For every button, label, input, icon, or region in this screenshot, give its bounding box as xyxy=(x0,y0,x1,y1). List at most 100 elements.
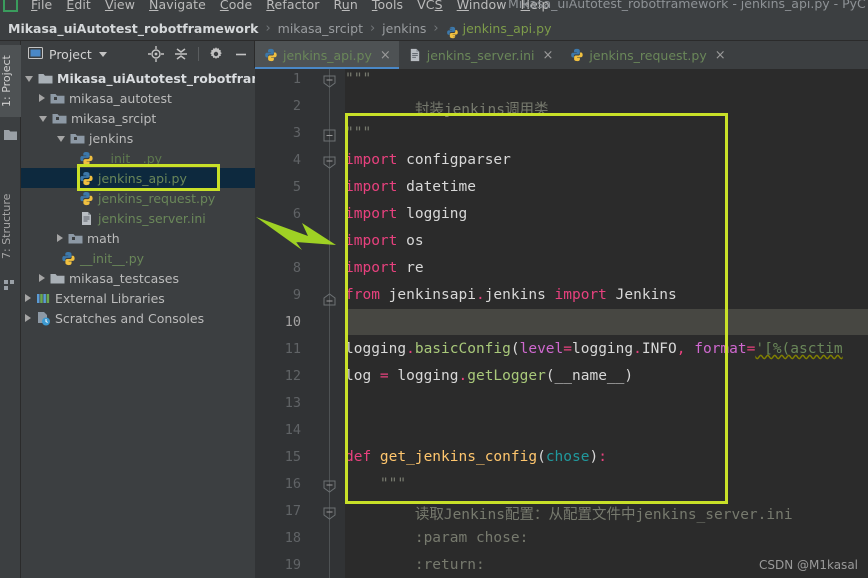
tree-item-mikasa-autotest[interactable]: mikasa_autotest xyxy=(21,88,255,108)
locate-target-icon[interactable] xyxy=(148,46,164,62)
close-icon[interactable]: × xyxy=(543,48,554,63)
chevron-down-icon[interactable] xyxy=(98,52,107,57)
watermark: CSDN @M1kasal xyxy=(758,558,858,572)
tree-item-label: Mikasa_uiAutotest_robotframew xyxy=(57,70,255,86)
code-line-11: logging.basicConfig(level=logging.INFO, … xyxy=(345,341,843,357)
chevron-right-icon[interactable] xyxy=(39,274,45,282)
structure-icon xyxy=(4,275,17,290)
tree-item-scratches-and-consoles[interactable]: Scratches and Consoles xyxy=(21,308,255,328)
editor-gutter[interactable]: 1 2 3 4 5 6 7 8 9 10 11 12 13 14 15 16 1… xyxy=(255,69,345,578)
line-number: 6 xyxy=(292,206,301,222)
tree-item-label: jenkins xyxy=(89,130,134,146)
menu-view[interactable]: View xyxy=(98,0,142,12)
pycharm-icon xyxy=(3,0,18,12)
gear-icon[interactable] xyxy=(208,46,224,62)
menu-file[interactable]: File xyxy=(24,0,59,12)
tab-jenkins-api-py[interactable]: jenkins_api.py × xyxy=(255,41,399,69)
tree-item-jenkins-request-py[interactable]: jenkins_request.py xyxy=(21,188,255,208)
menu-navigate[interactable]: Navigate xyxy=(142,0,213,12)
code-line-5: import datetime xyxy=(345,179,476,195)
chevron-down-icon[interactable] xyxy=(57,136,65,142)
menu-refactor[interactable]: Refactor xyxy=(259,0,326,12)
breadcrumb: Mikasa_uiAutotest_robotframework › mikas… xyxy=(0,17,868,41)
line-number: 17 xyxy=(284,503,301,519)
tab-jenkins-server-ini[interactable]: jenkins_server.ini × xyxy=(399,41,562,69)
chevron-right-icon[interactable] xyxy=(25,314,31,322)
python-file-icon xyxy=(570,48,584,62)
fold-expand-icon[interactable] xyxy=(323,291,336,306)
fold-collapse-icon[interactable] xyxy=(323,73,336,88)
chevron-down-icon[interactable] xyxy=(25,76,33,82)
tree-item-math[interactable]: math xyxy=(21,228,255,248)
breadcrumb-item-project[interactable]: Mikasa_uiAutotest_robotframework xyxy=(8,21,258,36)
tool-button-structure[interactable]: 7: Structure xyxy=(0,184,21,268)
tree-item-init-py-2[interactable]: __init__.py xyxy=(21,248,255,268)
tool-button-project[interactable]: 1: Project xyxy=(0,45,21,117)
tree-item-mikasa-testcases[interactable]: mikasa_testcases xyxy=(21,268,255,288)
fold-collapse-icon[interactable] xyxy=(323,478,336,493)
line-number: 15 xyxy=(284,449,301,465)
toolbar-divider xyxy=(198,47,199,61)
tree-item-jenkins-server-ini[interactable]: jenkins_server.ini xyxy=(21,208,255,228)
chevron-right-icon[interactable] xyxy=(39,94,45,102)
tree-item-mikasa-srcipt[interactable]: mikasa_srcipt xyxy=(21,108,255,128)
menu-vcs[interactable]: VCS xyxy=(410,0,450,12)
line-number: 9 xyxy=(292,287,301,303)
code-line-15: def get_jenkins_config(chose): xyxy=(345,449,607,465)
folder-module-icon xyxy=(68,231,83,246)
python-file-icon xyxy=(264,48,278,62)
close-icon[interactable]: × xyxy=(380,48,391,63)
tree-item-external-libraries[interactable]: External Libraries xyxy=(21,288,255,308)
menu-code[interactable]: Code xyxy=(213,0,259,12)
line-number: 5 xyxy=(292,179,301,195)
code-line-12: log = logging.getLogger(__name__) xyxy=(345,368,634,384)
breadcrumb-item-jenkins-api-py[interactable]: jenkins_api.py xyxy=(463,21,552,36)
code-editor[interactable]: 1 2 3 4 5 6 7 8 9 10 11 12 13 14 15 16 1… xyxy=(255,69,868,578)
breadcrumb-item-jenkins[interactable]: jenkins xyxy=(382,21,426,36)
ini-file-icon xyxy=(79,211,94,226)
project-tree[interactable]: Mikasa_uiAutotest_robotframew mikasa_aut… xyxy=(21,68,255,578)
tree-item-label: jenkins_api.py xyxy=(98,170,187,186)
collapse-all-icon[interactable] xyxy=(173,46,189,62)
tree-item-label: __init__.py xyxy=(80,250,145,266)
menu-window[interactable]: Window xyxy=(450,0,514,12)
scratches-icon xyxy=(36,311,51,326)
line-number: 18 xyxy=(284,530,301,546)
project-panel-toolbar xyxy=(148,46,249,62)
minimize-icon[interactable] xyxy=(233,46,249,62)
menu-tools[interactable]: Tools xyxy=(365,0,410,12)
code-line-7: import os xyxy=(345,233,424,249)
folder-plain-icon xyxy=(50,271,65,286)
tree-item-init-py[interactable]: __init__.py xyxy=(21,148,255,168)
fold-collapse-icon[interactable] xyxy=(323,127,336,142)
code-line-18: :param chose: xyxy=(345,530,529,546)
editor-tab-bar: jenkins_api.py × jenkins_server.ini × je… xyxy=(255,41,868,69)
close-icon[interactable]: × xyxy=(715,48,726,63)
project-tool-window: Project Mikasa_uiAutotest_robotfra mikas… xyxy=(21,41,255,578)
folder-root-icon xyxy=(38,71,53,86)
chevron-right-icon[interactable] xyxy=(25,294,31,302)
fold-collapse-icon[interactable] xyxy=(323,154,336,169)
line-number: 1 xyxy=(292,71,301,87)
folder-icon xyxy=(4,125,17,140)
line-number-current: 10 xyxy=(284,314,301,330)
tree-item-jenkins-api-py[interactable]: jenkins_api.py xyxy=(21,168,255,188)
tab-jenkins-request-py[interactable]: jenkins_request.py × xyxy=(561,41,733,69)
chevron-down-icon[interactable] xyxy=(39,116,47,122)
tree-item-root[interactable]: Mikasa_uiAutotest_robotframew xyxy=(21,68,255,88)
line-number: 4 xyxy=(292,152,301,168)
line-number: 12 xyxy=(284,368,301,384)
folder-module-icon xyxy=(52,111,67,126)
code-text[interactable]: """ 封装jenkins调用类 """ import configparser… xyxy=(345,69,868,578)
code-line-17: 读取Jenkins配置：从配置文件中jenkins_server.ini xyxy=(345,507,793,523)
tree-item-label: jenkins_server.ini xyxy=(98,210,206,226)
code-line-1: """ xyxy=(345,71,372,87)
tree-item-jenkins[interactable]: jenkins xyxy=(21,128,255,148)
menu-edit[interactable]: Edit xyxy=(59,0,98,12)
code-line-19: :return: xyxy=(345,557,485,573)
fold-collapse-icon[interactable] xyxy=(323,505,336,520)
menu-run[interactable]: Run xyxy=(327,0,365,12)
breadcrumb-item-mikasa-srcipt[interactable]: mikasa_srcipt xyxy=(278,21,363,36)
chevron-right-icon[interactable] xyxy=(57,234,63,242)
line-number: 13 xyxy=(284,395,301,411)
